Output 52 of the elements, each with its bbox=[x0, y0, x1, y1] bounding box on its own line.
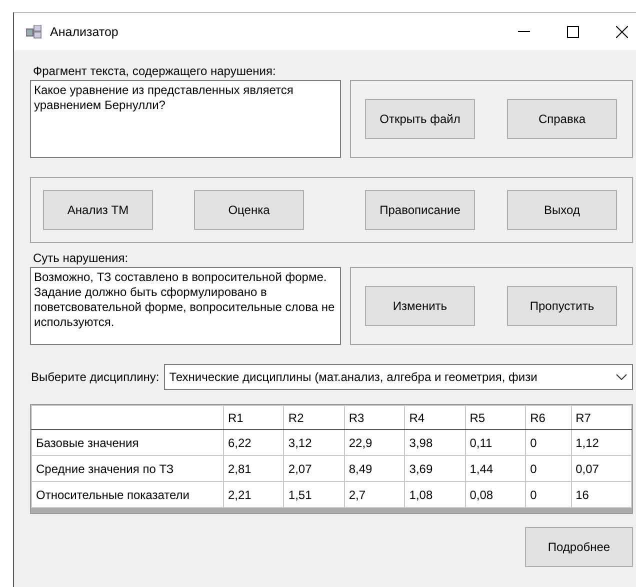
chevron-down-icon bbox=[616, 374, 627, 380]
column-header: R3 bbox=[344, 406, 405, 430]
table-cell: 8,49 bbox=[344, 456, 405, 482]
column-header: R1 bbox=[224, 406, 284, 430]
issue-text-box[interactable]: Возможно, ТЗ составлено в вопросительной форме. Задание должно быть сформулировано в поветсвовательной форме, вопросительные слова не используются. bbox=[30, 267, 341, 345]
table-cell: 16 bbox=[571, 482, 632, 508]
panel-button[interactable]: Справка bbox=[507, 99, 617, 139]
panel-button[interactable]: Пропустить bbox=[507, 286, 617, 326]
table-cell: 1,08 bbox=[404, 482, 466, 508]
row-header-cell: Относительные показатели bbox=[32, 482, 224, 508]
table-cell: 2,7 bbox=[344, 482, 405, 508]
table-cell: 0,08 bbox=[465, 482, 526, 508]
close-icon[interactable] bbox=[616, 26, 628, 38]
table-cell: 0 bbox=[526, 456, 572, 482]
app-icon bbox=[26, 24, 42, 38]
table-cell: 1,51 bbox=[284, 482, 344, 508]
column-header: R2 bbox=[284, 406, 344, 430]
table-cell: 3,69 bbox=[404, 456, 466, 482]
action-button[interactable]: Анализ ТМ bbox=[43, 190, 153, 230]
table-cell: 0 bbox=[526, 430, 572, 456]
table-cell: 1,44 bbox=[465, 456, 526, 482]
table-cell: 2,21 bbox=[224, 482, 284, 508]
discipline-label: Выберите дисциплину: bbox=[31, 370, 160, 384]
issue-label: Суть нарушения: bbox=[33, 251, 128, 265]
table-cell: 22,9 bbox=[344, 430, 405, 456]
table-cell: 3,98 bbox=[404, 430, 466, 456]
column-header: R6 bbox=[526, 406, 572, 430]
action-button[interactable]: Выход bbox=[507, 190, 617, 230]
fragment-label: Фрагмент текста, содержащего нарушения: bbox=[33, 64, 276, 78]
column-header: R4 bbox=[404, 406, 466, 430]
panel-button[interactable]: Изменить bbox=[365, 286, 475, 326]
row-header-cell: Базовые значения bbox=[32, 430, 224, 456]
column-header: R7 bbox=[571, 406, 632, 430]
maximize-icon[interactable] bbox=[567, 26, 579, 38]
details-button[interactable]: Подробнее bbox=[525, 527, 633, 567]
fragment-text-box[interactable]: Какое уравнение из представленных является уравнением Бернулли? bbox=[30, 80, 341, 158]
table-cell: 0,07 bbox=[571, 456, 632, 482]
column-header: R5 bbox=[465, 406, 526, 430]
action-button[interactable]: Правописание bbox=[365, 190, 475, 230]
table-cell: 0 bbox=[526, 482, 572, 508]
action-button[interactable]: Оценка bbox=[194, 190, 304, 230]
table-cell: 0,11 bbox=[465, 430, 526, 456]
table-cell: 6,22 bbox=[224, 430, 284, 456]
window-title: Анализатор bbox=[50, 24, 118, 38]
table-cell: 2,07 bbox=[284, 456, 344, 482]
minimize-icon[interactable] bbox=[518, 30, 530, 32]
table-cell: 3,12 bbox=[284, 430, 344, 456]
table-cell: 1,12 bbox=[571, 430, 632, 456]
row-header-cell: Средние значения по ТЗ bbox=[32, 456, 224, 482]
table-cell: 2,81 bbox=[224, 456, 284, 482]
discipline-dropdown[interactable]: Технические дисциплины (мат.анализ, алгебра и геометрия, физи bbox=[164, 364, 633, 390]
panel-button[interactable]: Открыть файл bbox=[365, 99, 475, 139]
